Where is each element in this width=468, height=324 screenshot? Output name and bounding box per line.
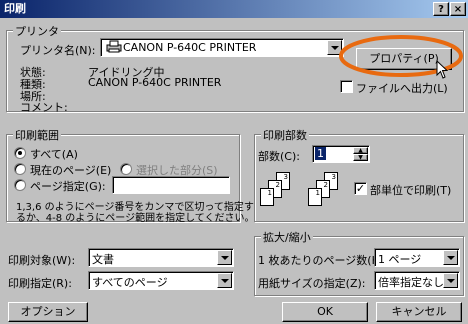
- cancel-button[interactable]: キャンセル: [376, 302, 462, 322]
- title-bar: 印刷: [0, 0, 468, 18]
- print-what-label: 印刷対象(W):: [8, 254, 76, 267]
- type-value: CANON P-640C PRINTER: [88, 76, 222, 89]
- collated-pages-icon: 3 2 1: [306, 172, 346, 216]
- dialog-title: 印刷: [4, 2, 26, 15]
- printer-name-dropdown[interactable]: CANON P-640C PRINTER: [100, 38, 344, 57]
- range-hint-line2: るか、4-8 のようにページ範囲を指定してください。: [16, 213, 255, 224]
- range-all-label[interactable]: すべて(A): [30, 146, 78, 162]
- chevron-down-icon[interactable]: [217, 273, 232, 288]
- collate-label[interactable]: 部単位で印刷(T): [370, 182, 451, 198]
- printer-icon: [105, 40, 123, 57]
- printer-name-label: プリンタ名(N):: [20, 44, 96, 57]
- printer-name-value: CANON P-640C PRINTER: [123, 41, 257, 54]
- range-selection-radio: [120, 163, 132, 175]
- range-current-label[interactable]: 現在のページ(E): [30, 162, 111, 178]
- print-pages-dropdown[interactable]: すべてのページ: [88, 271, 234, 290]
- paper-size-value: 倍率指定なし: [378, 276, 444, 289]
- printer-group-label: プリンタ: [13, 23, 61, 39]
- help-button[interactable]: ?: [433, 2, 449, 16]
- print-to-file-checkbox[interactable]: [340, 80, 353, 93]
- copies-spinner[interactable]: 1 ▲ ▼: [312, 145, 370, 163]
- mouse-cursor-icon: [436, 60, 449, 79]
- ok-button[interactable]: OK: [282, 302, 368, 322]
- chevron-down-icon[interactable]: [443, 250, 458, 265]
- range-all-radio[interactable]: [14, 147, 26, 159]
- range-pages-label[interactable]: ページ指定(G):: [30, 178, 106, 194]
- copies-count-value: 1: [315, 147, 326, 160]
- print-what-value: 文書: [92, 253, 114, 266]
- print-pages-label: 印刷指定(R):: [8, 277, 72, 290]
- copies-count-label: 部数(C):: [258, 150, 300, 163]
- pages-per-sheet-dropdown[interactable]: 1 ページ: [374, 248, 460, 267]
- pages-per-sheet-value: 1 ページ: [378, 253, 422, 266]
- print-range-group-label: 印刷範囲: [13, 127, 61, 143]
- collate-checkbox[interactable]: ✓: [354, 182, 367, 195]
- paper-size-dropdown[interactable]: 倍率指定なし: [374, 271, 460, 290]
- pages-input[interactable]: [112, 176, 230, 194]
- range-pages-radio[interactable]: [14, 179, 26, 191]
- print-what-dropdown[interactable]: 文書: [88, 248, 234, 267]
- copies-group-label: 印刷部数: [261, 127, 309, 143]
- comment-label: コメント:: [20, 101, 68, 114]
- chevron-down-icon[interactable]: [217, 250, 232, 265]
- chevron-down-icon[interactable]: [443, 273, 458, 288]
- print-pages-value: すべてのページ: [92, 276, 168, 289]
- print-dialog: 印刷 ? × プリンタ プリンタ名(N): CANON P-640C PRINT…: [0, 0, 468, 324]
- pages-per-sheet-label: 1 枚あたりのページ数(H):: [258, 254, 388, 267]
- close-button[interactable]: ×: [450, 2, 466, 16]
- paper-size-label: 用紙サイズの指定(Z):: [258, 277, 366, 290]
- spin-up-icon[interactable]: ▲: [353, 147, 368, 154]
- range-current-radio[interactable]: [14, 163, 26, 175]
- options-button[interactable]: オプション(O)...: [8, 302, 88, 324]
- spin-down-icon[interactable]: ▼: [353, 154, 368, 161]
- print-to-file-label: ファイルへ出力(L): [356, 82, 448, 95]
- zoom-group-label: 拡大/縮小: [261, 229, 313, 245]
- uncollated-pages-icon: 3 2 1: [258, 172, 298, 216]
